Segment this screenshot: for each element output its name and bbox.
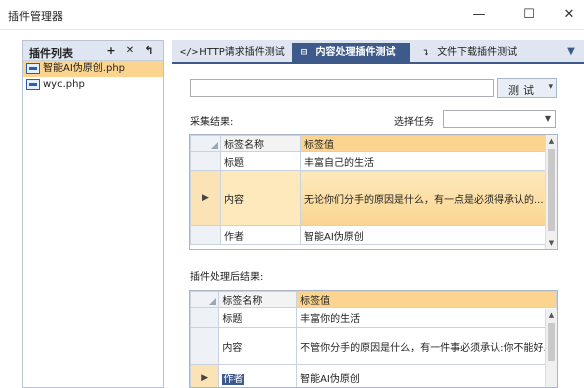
row-header[interactable] (190, 327, 220, 365)
plugin-item-label: wyc.php (43, 79, 85, 90)
processed-result-grid: 标签名称 标签值 标题 丰富你的生活 内容 不管你分手的原因是什么，有一件事必须… (189, 290, 558, 388)
cell-value[interactable]: 丰富自己的生活 (300, 151, 548, 171)
php-file-icon (26, 79, 40, 90)
cell-value[interactable]: 无论你们分手的原因是什么，有一点是必须得承认的... (300, 170, 548, 226)
grid-header-row: 标签名称 标签值 (190, 291, 557, 308)
column-header-name[interactable]: 标签名称 (218, 291, 298, 308)
code-icon: </> (180, 47, 199, 58)
maximize-button[interactable]: ☐ (516, 4, 542, 26)
minimize-button[interactable]: — (466, 4, 492, 26)
cell-name[interactable]: 内容 (218, 327, 298, 365)
row-header[interactable] (190, 225, 221, 245)
grid-scrollbar[interactable]: ▲ (545, 309, 557, 387)
test-button-label: 测试 (508, 84, 538, 97)
cell-name[interactable]: 标题 (218, 307, 298, 328)
add-plugin-icon[interactable]: + (103, 42, 119, 60)
plugin-item-label: 智能AI伪原创.php (43, 63, 126, 74)
plugin-list-title: 插件列表 (29, 47, 73, 60)
current-row-indicator[interactable]: ▶ (190, 364, 220, 387)
cell-name[interactable]: 作者 (220, 225, 301, 245)
table-row[interactable]: 标题 丰富自己的生活 (190, 151, 548, 171)
plugin-item[interactable]: wyc.php (23, 77, 163, 93)
scroll-up-icon[interactable]: ▲ (546, 135, 557, 147)
table-row[interactable]: ▶ 内容 无论你们分手的原因是什么，有一点是必须得承认的... (190, 170, 548, 226)
download-icon: ↴ (422, 47, 430, 58)
php-file-icon (26, 63, 40, 74)
collect-result-label: 采集结果: (190, 117, 234, 128)
table-row[interactable]: 标题 丰富你的生活 (190, 307, 557, 328)
cell-value[interactable]: 丰富你的生活 (296, 307, 557, 328)
plugin-list-panel: 插件列表 + ✕ ↰ 智能AI伪原创.php wyc.php (22, 40, 164, 388)
grid-scrollbar[interactable]: ▲ ▼ (545, 135, 557, 249)
delete-plugin-icon[interactable]: ✕ (122, 42, 138, 60)
tab-label: 内容处理插件测试 (315, 47, 396, 58)
panel-icon: ⊟ (300, 47, 308, 58)
table-row[interactable]: 内容 不管你分手的原因是什么，有一件事必须承认:你不能好... (190, 327, 557, 365)
cell-name-text[interactable]: 作者 (222, 374, 245, 385)
column-header-name[interactable]: 标签名称 (220, 135, 301, 152)
grid-corner (190, 135, 221, 152)
collect-result-grid: 标签名称 标签值 标题 丰富自己的生活 ▶ 内容 无论你们分手的原因是什么，有一… (189, 134, 558, 250)
tab-content-test[interactable]: ⊟ 内容处理插件测试 (292, 43, 410, 62)
scroll-down-icon[interactable]: ▼ (546, 237, 557, 249)
task-select[interactable]: ▼ (443, 110, 556, 128)
grid-header-row: 标签名称 标签值 (190, 135, 548, 152)
task-select-label: 选择任务 (394, 117, 434, 128)
column-header-value[interactable]: 标签值 (300, 135, 548, 152)
cell-value[interactable]: 智能AI伪原创 (296, 364, 557, 387)
cell-name-editing[interactable]: 作者 (218, 364, 298, 387)
cell-name[interactable]: 内容 (220, 170, 301, 226)
cell-value[interactable]: 智能AI伪原创 (300, 225, 548, 245)
cell-name[interactable]: 标题 (220, 151, 301, 171)
plugin-list-header: 插件列表 + ✕ ↰ (23, 41, 163, 61)
close-button[interactable]: ✕ (556, 4, 582, 26)
tab-menu-icon[interactable]: ▼ (564, 44, 578, 60)
scroll-thumb[interactable] (548, 149, 555, 231)
tab-download-test[interactable]: ↴ 文件下载插件测试 (414, 43, 530, 62)
back-icon[interactable]: ↰ (141, 42, 157, 60)
tab-http-test[interactable]: </> HTTP请求插件测试 (176, 43, 292, 62)
tab-strip: </> HTTP请求插件测试 ⊟ 内容处理插件测试 ↴ 文件下载插件测试 ▼ (172, 40, 584, 64)
table-row[interactable]: ▶ 作者 智能AI伪原创 (190, 364, 557, 387)
tab-label: 文件下载插件测试 (437, 47, 518, 58)
scroll-thumb[interactable] (548, 323, 555, 361)
table-row[interactable]: 作者 智能AI伪原创 (190, 225, 548, 245)
row-header[interactable] (190, 151, 221, 171)
test-button[interactable]: 测试 ▾ (497, 78, 557, 98)
tab-label: HTTP请求插件测试 (199, 47, 285, 58)
title-bar: 插件管理器 — ☐ ✕ (0, 0, 584, 30)
plugin-item[interactable]: 智能AI伪原创.php (23, 61, 163, 77)
scroll-up-icon[interactable]: ▲ (546, 309, 557, 321)
grid-corner (190, 291, 220, 308)
cell-value[interactable]: 不管你分手的原因是什么，有一件事必须承认:你不能好... (296, 327, 557, 365)
column-header-value[interactable]: 标签值 (296, 291, 557, 308)
processed-result-label: 插件处理后结果: (190, 272, 264, 283)
window-title: 插件管理器 (8, 10, 63, 23)
chevron-down-icon[interactable]: ▾ (548, 82, 553, 92)
chevron-down-icon: ▼ (544, 114, 552, 123)
current-row-indicator[interactable]: ▶ (190, 170, 221, 226)
url-input[interactable] (190, 79, 494, 97)
row-header[interactable] (190, 307, 220, 328)
